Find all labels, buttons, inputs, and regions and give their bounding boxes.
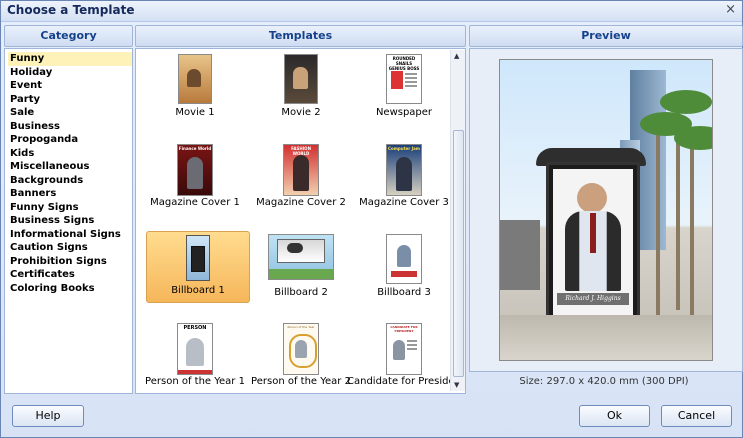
category-item[interactable]: Funny <box>8 52 132 66</box>
category-list[interactable]: Funny Holiday Event Party Sale Business … <box>4 48 133 394</box>
ok-button[interactable]: Ok <box>579 405 650 427</box>
template-label: Candidate for President <box>347 376 465 387</box>
templates-grid: Movie 1 Movie 2 ROUNDED SNAILS GENIUS BO… <box>135 48 466 394</box>
preview-image: Richard J. Higgins <box>499 59 713 361</box>
template-thumbnail: ROUNDED SNAILS GENIUS BOSS <box>386 54 422 104</box>
template-thumbnail: FASHION WORLD <box>283 144 319 196</box>
choose-template-dialog: Choose a Template × Category Templates P… <box>0 0 743 438</box>
category-item[interactable]: Holiday <box>8 66 132 80</box>
template-label: Movie 1 <box>175 107 215 118</box>
category-item[interactable]: Business <box>8 120 132 134</box>
billboard-frame: Richard J. Higgins <box>546 162 640 328</box>
template-thumbnail <box>268 234 334 280</box>
close-icon[interactable]: × <box>725 2 736 17</box>
category-item[interactable]: Business Signs <box>8 214 132 228</box>
template-tile[interactable]: Finance World Magazine Cover 1 <box>144 144 246 214</box>
template-tile[interactable]: CANDIDATE FOR PRESIDENT Candidate for Pr… <box>347 323 465 393</box>
template-tile[interactable]: Person of the Year Person of the Year 2 <box>250 323 352 393</box>
scroll-down-icon[interactable]: ▼ <box>454 381 459 389</box>
category-item[interactable]: Funny Signs <box>8 201 132 215</box>
category-item[interactable]: Miscellaneous <box>8 160 132 174</box>
template-label: Movie 2 <box>281 107 321 118</box>
category-item[interactable]: Caution Signs <box>8 241 132 255</box>
template-label: Magazine Cover 2 <box>256 197 346 208</box>
template-label: Billboard 3 <box>377 287 431 298</box>
category-item[interactable]: Propoganda <box>8 133 132 147</box>
template-tile[interactable]: Billboard 3 <box>353 234 455 304</box>
window-title: Choose a Template <box>7 3 135 17</box>
template-thumbnail: Finance World <box>177 144 213 196</box>
template-tile[interactable]: Movie 2 <box>250 54 352 124</box>
template-thumbnail: Computer Jam <box>386 144 422 196</box>
car-shape <box>500 220 540 290</box>
templates-header: Templates <box>135 25 466 47</box>
template-thumbnail: Person of the Year <box>283 323 319 375</box>
category-item[interactable]: Kids <box>8 147 132 161</box>
preview-panel: Richard J. Higgins <box>469 48 743 372</box>
category-item[interactable]: Sale <box>8 106 132 120</box>
preview-name-caption: Richard J. Higgins <box>557 293 629 305</box>
template-tile[interactable]: FASHION WORLD Magazine Cover 2 <box>250 144 352 214</box>
category-item[interactable]: Backgrounds <box>8 174 132 188</box>
template-label: Billboard 2 <box>274 287 328 298</box>
template-thumbnail <box>186 235 210 281</box>
category-header: Category <box>4 25 133 47</box>
scrollbar-thumb[interactable] <box>453 130 464 377</box>
template-label: Billboard 1 <box>171 285 225 296</box>
palm-leaves <box>660 90 712 114</box>
category-item[interactable]: Prohibition Signs <box>8 255 132 269</box>
template-thumbnail <box>386 234 422 284</box>
title-bar: Choose a Template × <box>1 1 742 22</box>
template-label: Person of the Year 2 <box>251 376 351 387</box>
template-thumbnail: PERSON <box>177 323 213 375</box>
template-label: Magazine Cover 1 <box>150 197 240 208</box>
template-tile[interactable]: Billboard 2 <box>250 234 352 304</box>
templates-scrollbar[interactable]: ▲ ▼ <box>450 50 465 391</box>
template-tile-selected[interactable]: Billboard 1 <box>146 231 250 303</box>
scroll-up-icon[interactable]: ▲ <box>454 52 459 60</box>
template-label: Newspaper <box>375 107 433 118</box>
template-thumbnail <box>178 54 212 104</box>
category-item[interactable]: Banners <box>8 187 132 201</box>
template-tile[interactable]: Movie 1 <box>144 54 246 124</box>
template-tile[interactable]: Computer Jam Magazine Cover 3 <box>353 144 455 214</box>
palm-trunks <box>676 100 680 310</box>
category-item[interactable]: Coloring Books <box>8 282 132 296</box>
category-item[interactable]: Certificates <box>8 268 132 282</box>
template-label: Magazine Cover 3 <box>359 197 449 208</box>
cancel-button[interactable]: Cancel <box>661 405 732 427</box>
category-item[interactable]: Event <box>8 79 132 93</box>
help-button[interactable]: Help <box>12 405 84 427</box>
template-label: Person of the Year 1 <box>145 376 245 387</box>
template-size-text: Size: 297.0 x 420.0 mm (300 DPI) <box>519 376 689 387</box>
template-thumbnail: CANDIDATE FOR PRESIDENT <box>386 323 422 375</box>
sidewalk <box>500 315 712 360</box>
template-tile[interactable]: PERSON Person of the Year 1 <box>144 323 246 393</box>
category-item[interactable]: Party <box>8 93 132 107</box>
template-tile[interactable]: ROUNDED SNAILS GENIUS BOSS Newspaper <box>353 54 455 124</box>
template-thumbnail <box>284 54 318 104</box>
preview-header: Preview <box>469 25 743 47</box>
category-item[interactable]: Informational Signs <box>8 228 132 242</box>
